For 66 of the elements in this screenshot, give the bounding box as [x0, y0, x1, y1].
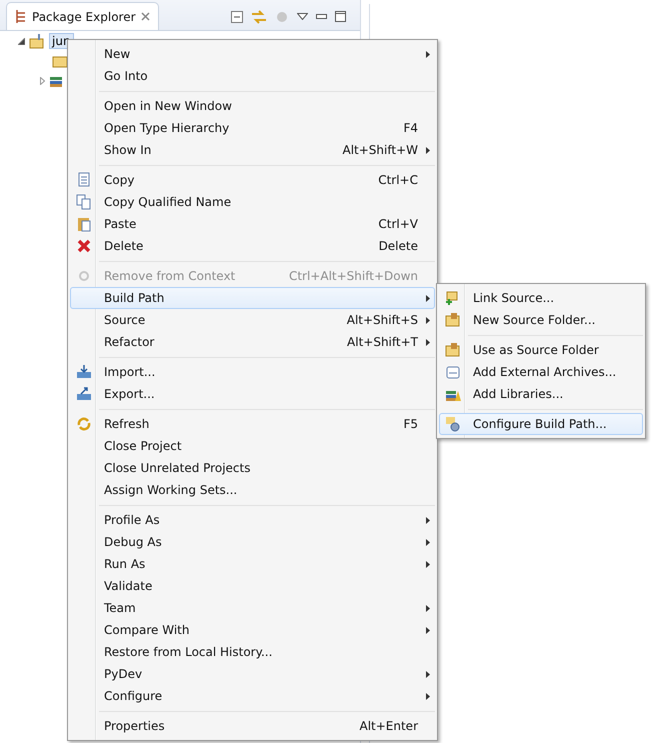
menu-item[interactable]: Configure Build Path...	[439, 413, 643, 435]
menu-item[interactable]: Copy Qualified Name	[70, 191, 435, 213]
menu-item[interactable]: Source Alt+Shift+S	[70, 309, 435, 331]
close-icon[interactable]	[140, 12, 150, 21]
clipboard-icon	[76, 216, 92, 232]
view-tab[interactable]: Package Explorer	[6, 2, 159, 30]
submenu-arrow-icon	[426, 50, 430, 58]
submenu-arrow-icon	[426, 338, 430, 346]
submenu-arrow-icon	[426, 670, 430, 678]
view-title: Package Explorer	[32, 10, 136, 24]
menu-item[interactable]: Properties Alt+Enter	[70, 715, 435, 737]
menu-item[interactable]: Export...	[70, 383, 435, 405]
menu-item[interactable]: Assign Working Sets...	[70, 479, 435, 501]
delete-icon	[76, 238, 92, 254]
menu-item[interactable]: Import...	[70, 361, 435, 383]
submenu-arrow-icon	[426, 560, 430, 568]
submenu-arrow-icon	[426, 516, 430, 524]
menu-item[interactable]: Team	[70, 597, 435, 619]
menu-item[interactable]: Run As	[70, 553, 435, 575]
menu-item[interactable]: Debug As	[70, 531, 435, 553]
menu-item[interactable]: Configure	[70, 685, 435, 707]
export-icon	[76, 386, 92, 402]
menu-item[interactable]: Restore from Local History...	[70, 641, 435, 663]
menu-item[interactable]: Add External Archives...	[439, 361, 643, 383]
menu-item[interactable]: Compare With	[70, 619, 435, 641]
menu-item[interactable]: Open in New Window	[70, 95, 435, 117]
menu-item[interactable]: Go Into	[70, 65, 435, 87]
menu-item[interactable]: Validate	[70, 575, 435, 597]
menu-item[interactable]: Close Unrelated Projects	[70, 457, 435, 479]
menu-item[interactable]: Copy Ctrl+C	[70, 169, 435, 191]
menu-item[interactable]: Add Libraries...	[439, 383, 643, 405]
menu-item[interactable]: Refresh F5	[70, 413, 435, 435]
package-folder-icon	[445, 342, 461, 358]
submenu-arrow-icon	[426, 692, 430, 700]
submenu-arrow-icon	[426, 538, 430, 546]
dimmed-icon	[76, 268, 92, 284]
collapse-icon[interactable]	[231, 10, 243, 22]
expand-arrow-icon[interactable]	[18, 38, 25, 44]
books-icon	[49, 74, 65, 88]
menu-item[interactable]: Close Project	[70, 435, 435, 457]
menu-item[interactable]: Profile As	[70, 509, 435, 531]
menu-item[interactable]: Link Source...	[439, 287, 643, 309]
menu-item[interactable]: Delete Delete	[70, 235, 435, 257]
menu-item[interactable]: Open Type Hierarchy F4	[70, 117, 435, 139]
view-menu-icon[interactable]	[297, 13, 308, 20]
menu-item[interactable]: New Source Folder...	[439, 309, 643, 331]
refresh-icon	[76, 416, 92, 432]
maximize-icon[interactable]	[335, 11, 346, 22]
menu-item[interactable]: Refactor Alt+Shift+T	[70, 331, 435, 353]
folder-icon	[52, 54, 68, 68]
menu-item[interactable]: PyDev	[70, 663, 435, 685]
menu-item[interactable]: Use as Source Folder	[439, 339, 643, 361]
project-icon	[29, 33, 45, 49]
page-icon	[76, 172, 92, 188]
pages-icon	[76, 194, 92, 210]
package-folder-icon	[445, 312, 461, 328]
submenu-arrow-icon	[426, 604, 430, 612]
menu-item[interactable]: Paste Ctrl+V	[70, 213, 435, 235]
submenu-arrow-icon	[426, 294, 430, 302]
submenu-arrow-icon	[426, 316, 430, 324]
menu-item[interactable]: Show In Alt+Shift+W	[70, 139, 435, 161]
submenu-arrow-icon	[426, 146, 430, 154]
minimize-icon[interactable]	[316, 14, 327, 19]
import-icon	[76, 364, 92, 380]
submenu-arrow-icon	[426, 626, 430, 634]
menu-item[interactable]: Build Path	[70, 287, 435, 309]
